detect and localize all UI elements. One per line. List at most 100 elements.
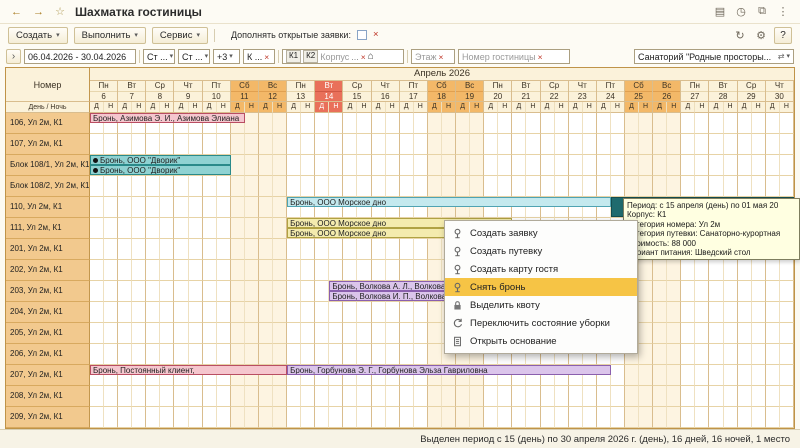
grid-cell[interactable] [372, 344, 386, 365]
grid-cell[interactable] [695, 365, 709, 386]
grid-cell[interactable] [146, 323, 160, 344]
grid-cell[interactable] [386, 113, 400, 134]
grid-cell[interactable] [245, 344, 259, 365]
grid-cell[interactable] [667, 176, 681, 197]
grid-cell[interactable] [512, 155, 526, 176]
grid-cell[interactable] [681, 176, 695, 197]
grid-cell[interactable] [315, 155, 329, 176]
grid-cell[interactable] [189, 281, 203, 302]
grid-cell[interactable] [780, 302, 794, 323]
grid-cell[interactable] [456, 407, 470, 428]
period-field[interactable]: 06.04.2026 - 30.04.2026 [24, 49, 136, 64]
grid-cell[interactable] [90, 407, 104, 428]
grid-cell[interactable] [414, 344, 428, 365]
grid-cell[interactable] [329, 302, 343, 323]
create-button[interactable]: Создать ▾ [8, 27, 68, 44]
grid-cell[interactable] [174, 134, 188, 155]
grid-cell[interactable] [273, 176, 287, 197]
grid-cell[interactable] [245, 281, 259, 302]
grid-cell[interactable] [724, 176, 738, 197]
grid-cell[interactable] [217, 134, 231, 155]
grid-cell[interactable] [301, 134, 315, 155]
grid-cell[interactable] [428, 155, 442, 176]
grid-cell[interactable] [724, 113, 738, 134]
grid-cell[interactable] [104, 386, 118, 407]
grid-cell[interactable] [780, 344, 794, 365]
grid-cell[interactable] [203, 176, 217, 197]
sanatorium-field[interactable]: Санаторий "Родные просторы... ⇄ ▾ [634, 49, 794, 64]
grid-cell[interactable] [780, 260, 794, 281]
grid-cell[interactable] [484, 134, 498, 155]
clear-icon[interactable]: × [264, 52, 269, 62]
grid-cell[interactable] [343, 239, 357, 260]
grid-cell[interactable] [245, 155, 259, 176]
day-header[interactable]: Пт24 [597, 81, 625, 102]
grid-cell[interactable] [118, 344, 132, 365]
grid-cell[interactable] [681, 134, 695, 155]
grid-cell[interactable] [414, 386, 428, 407]
grid-cell[interactable] [470, 386, 484, 407]
grid-cell[interactable] [738, 155, 752, 176]
grid-cell[interactable] [653, 155, 667, 176]
grid-cell[interactable] [174, 218, 188, 239]
grid-cell[interactable] [245, 260, 259, 281]
grid-cell[interactable] [273, 113, 287, 134]
grid-cell[interactable] [639, 407, 653, 428]
room-number-field[interactable]: Номер гостиницы × [458, 49, 570, 64]
grid-cell[interactable] [357, 407, 371, 428]
building-icon[interactable]: ⌂ [368, 52, 374, 62]
grid-cell[interactable] [541, 176, 555, 197]
room-label[interactable]: 207, Ул 2м, К1 [6, 365, 90, 386]
grid-cell[interactable] [709, 344, 723, 365]
grid-cell[interactable] [738, 386, 752, 407]
grid-cell[interactable] [343, 407, 357, 428]
grid-cell[interactable] [287, 302, 301, 323]
grid-cell[interactable] [555, 176, 569, 197]
day-header[interactable]: Ср15 [343, 81, 371, 102]
grid-cell[interactable] [132, 176, 146, 197]
grid-cell[interactable] [329, 344, 343, 365]
grid-cell[interactable] [189, 218, 203, 239]
grid-cell[interactable] [343, 302, 357, 323]
grid-cell[interactable] [414, 239, 428, 260]
grid-cell[interactable] [273, 197, 287, 218]
grid-cell[interactable] [400, 302, 414, 323]
grid-cell[interactable] [653, 134, 667, 155]
grid-cell[interactable] [287, 323, 301, 344]
grid-cell[interactable] [90, 260, 104, 281]
grid-cell[interactable] [569, 176, 583, 197]
more-menu-icon[interactable]: ⋮ [774, 4, 792, 20]
day-header[interactable]: Сб11 [231, 81, 259, 102]
grid-cell[interactable] [189, 239, 203, 260]
grid-cell[interactable] [597, 134, 611, 155]
grid-cell[interactable] [597, 113, 611, 134]
grid-cell[interactable] [780, 365, 794, 386]
grid-cell[interactable] [667, 386, 681, 407]
grid-cell[interactable] [611, 155, 625, 176]
grid-cell[interactable] [160, 407, 174, 428]
grid-cell[interactable] [118, 323, 132, 344]
grid-cell[interactable] [203, 239, 217, 260]
grid-cell[interactable] [569, 386, 583, 407]
grid-cell[interactable] [724, 260, 738, 281]
grid-cell[interactable] [541, 134, 555, 155]
grid-cell[interactable] [681, 344, 695, 365]
grid-cell[interactable] [766, 323, 780, 344]
grid-cell[interactable] [639, 260, 653, 281]
grid-cell[interactable] [90, 197, 104, 218]
grid-cell[interactable] [526, 155, 540, 176]
grid-cell[interactable] [456, 113, 470, 134]
grid-cell[interactable] [203, 260, 217, 281]
grid-cell[interactable] [231, 239, 245, 260]
grid-cell[interactable] [442, 113, 456, 134]
grid-cell[interactable] [174, 407, 188, 428]
grid-cell[interactable] [583, 407, 597, 428]
k-filter-field[interactable]: К ... × [243, 49, 275, 64]
grid-cell[interactable] [357, 176, 371, 197]
grid-cell[interactable] [597, 407, 611, 428]
grid-cell[interactable] [217, 407, 231, 428]
grid-cell[interactable] [132, 260, 146, 281]
grid-cell[interactable] [104, 239, 118, 260]
grid-cell[interactable] [231, 407, 245, 428]
grid-cell[interactable] [512, 113, 526, 134]
